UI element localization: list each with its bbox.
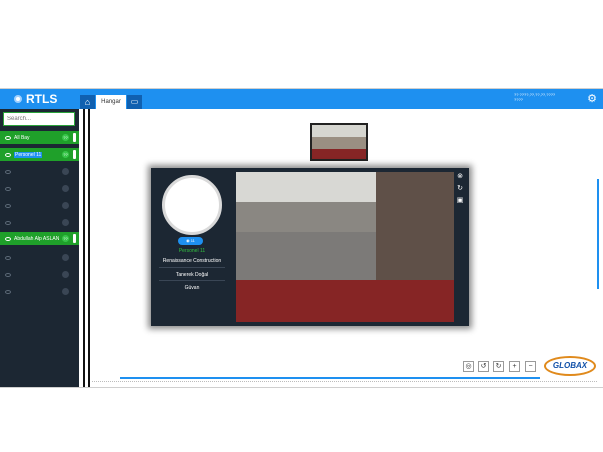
toggle-bar[interactable] (73, 150, 76, 159)
map-left-rail-inner (88, 109, 90, 387)
camera-thumbnail[interactable] (310, 123, 368, 161)
count-badge (62, 185, 69, 192)
personnel-popup: ◉ 11 Personel 11 Renaissance Constructio… (151, 168, 469, 326)
home-icon[interactable]: ⌂ (80, 95, 95, 109)
rotate-left-icon[interactable]: ↺ (478, 361, 489, 372)
refresh-icon[interactable]: ↻ (456, 185, 464, 193)
sidebar-item[interactable] (0, 182, 79, 195)
map-icon[interactable]: ▭ (127, 95, 142, 109)
count-badge (62, 168, 69, 175)
close-icon[interactable]: ⊗ (456, 173, 464, 181)
person-detail: Tanerek Doğal (175, 272, 209, 278)
company-name: Renaissance Construction (162, 258, 222, 264)
eye-icon (5, 203, 11, 208)
tag-badge-number: 11 (190, 238, 195, 243)
sidebar-item[interactable] (0, 285, 79, 298)
eye-icon (5, 135, 11, 140)
thumbnail-red-band (312, 149, 366, 159)
count-badge (62, 254, 69, 261)
video-red-band (236, 280, 454, 322)
count-badge (62, 202, 69, 209)
rtls-logo-icon (14, 95, 22, 103)
toggle-bar[interactable] (73, 133, 76, 142)
sidebar-item-abdullah-alp-aslan[interactable]: Abdullah Alp ASLAN ?? (0, 232, 79, 245)
sidebar-item[interactable] (0, 199, 79, 212)
zoom-in-button[interactable]: + (509, 361, 520, 372)
count-badge (62, 271, 69, 278)
map-left-rail (83, 109, 85, 387)
eye-icon (5, 186, 11, 191)
count-badge (62, 219, 69, 226)
reset-view-icon[interactable]: ◎ (463, 361, 474, 372)
eye-icon (5, 289, 11, 294)
sidebar-item-label: Personel 11 (14, 151, 43, 158)
search-input[interactable] (3, 112, 75, 126)
coords-line-2: ???? (514, 97, 523, 102)
sidebar-item[interactable] (0, 251, 79, 264)
top-bar: RTLS ⌂ Hangar ▭ ?? ????,??,??,??,???? ??… (0, 89, 603, 109)
person-role: Güvan (184, 285, 200, 291)
sidebar-item[interactable] (0, 165, 79, 178)
sidebar-item[interactable] (0, 268, 79, 281)
eye-icon (5, 152, 11, 157)
rotate-right-icon[interactable]: ↻ (493, 361, 504, 372)
toggle-bar[interactable] (73, 234, 76, 243)
eye-icon (5, 220, 11, 225)
horizontal-scrollbar[interactable] (120, 377, 540, 379)
sidebar: All Bay ?? Personel 11 ?? (0, 109, 79, 387)
sidebar-item-label: All Bay (14, 134, 30, 141)
map-bottom-border (92, 381, 597, 382)
sidebar-item[interactable] (0, 216, 79, 229)
sidebar-item-label: Abdullah Alp ASLAN (14, 235, 60, 242)
eye-icon (5, 255, 11, 260)
app-title: RTLS (26, 92, 58, 106)
count-badge: ?? (62, 134, 69, 141)
vertical-scrollbar[interactable] (597, 179, 599, 289)
settings-gear-icon[interactable]: ⚙ (586, 93, 598, 105)
divider (159, 280, 225, 281)
sidebar-item-all-bay[interactable]: All Bay ?? (0, 131, 79, 144)
sidebar-item-personel-11[interactable]: Personel 11 ?? (0, 148, 79, 161)
globax-logo: GLOBAX (544, 356, 596, 376)
avatar (162, 175, 222, 235)
fullscreen-icon[interactable]: ▣ (456, 197, 464, 205)
app-frame: RTLS ⌂ Hangar ▭ ?? ????,??,??,??,???? ??… (0, 88, 603, 388)
person-name: Personel 11 (178, 248, 206, 254)
camera-video-feed[interactable] (236, 172, 454, 322)
eye-icon (5, 236, 11, 241)
count-badge: ?? (62, 151, 69, 158)
zoom-out-button[interactable]: − (525, 361, 536, 372)
eye-icon (5, 272, 11, 277)
eye-icon (5, 169, 11, 174)
thumbnail-sky (312, 125, 366, 137)
divider (159, 267, 225, 268)
coords-readout: ?? ????,??,??,??,???? ???? (514, 92, 555, 102)
video-building (376, 172, 454, 280)
count-badge (62, 288, 69, 295)
brand-logo[interactable]: RTLS (14, 92, 57, 106)
tab-hangar[interactable]: Hangar (96, 95, 126, 109)
tag-badge: ◉ 11 (178, 237, 203, 245)
count-badge: ?? (62, 235, 69, 242)
